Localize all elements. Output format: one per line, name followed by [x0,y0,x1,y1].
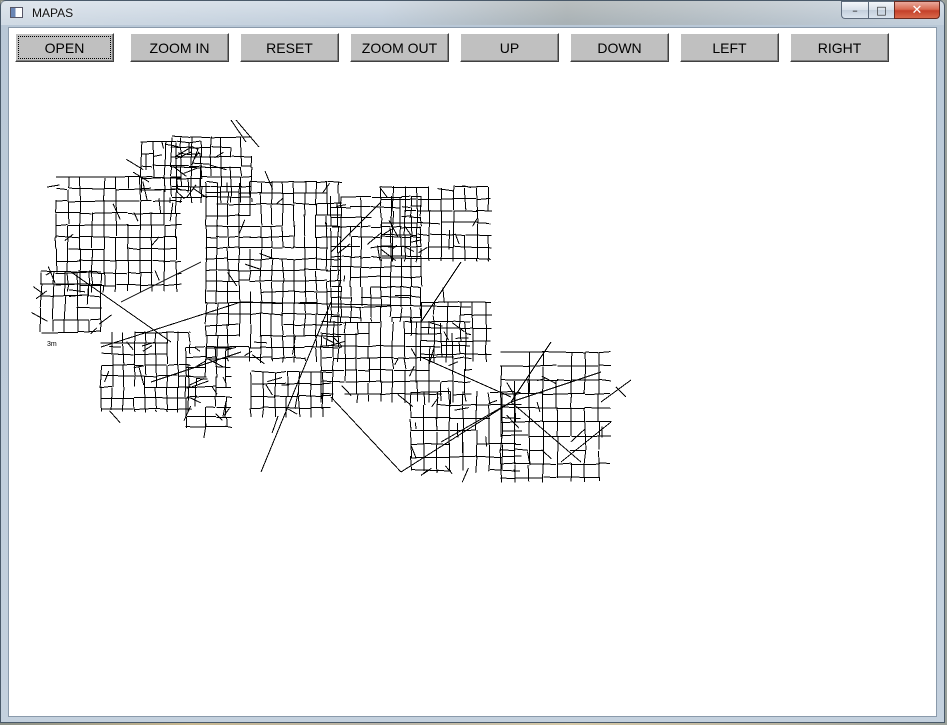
close-button[interactable]: ✕ [894,1,940,19]
street-map: 3m [31,119,632,483]
zoom-in-button[interactable]: ZOOM IN [130,33,229,62]
reset-button[interactable]: RESET [240,33,339,62]
down-button[interactable]: DOWN [570,33,669,62]
caption-buttons: – □ ✕ [841,1,940,19]
up-button[interactable]: UP [460,33,559,62]
app-icon [10,7,23,18]
minimize-icon: – [852,3,858,17]
open-button[interactable]: OPEN [15,33,114,62]
map-label: 3m [47,341,57,348]
app-window: MAPAS – □ ✕ OPEN ZOOM IN RESET ZOOM OUT … [0,0,945,723]
right-button[interactable]: RIGHT [790,33,889,62]
window-title: MAPAS [32,6,74,20]
map-canvas[interactable]: 3m [9,68,936,716]
maximize-icon: □ [876,3,887,17]
minimize-button[interactable]: – [841,1,868,19]
left-button[interactable]: LEFT [680,33,779,62]
maximize-button[interactable]: □ [868,1,894,19]
title-bar[interactable]: MAPAS – □ ✕ [1,1,944,25]
zoom-out-button[interactable]: ZOOM OUT [350,33,449,62]
client-area: OPEN ZOOM IN RESET ZOOM OUT UP DOWN LEFT… [8,27,937,717]
close-icon: ✕ [911,2,923,18]
